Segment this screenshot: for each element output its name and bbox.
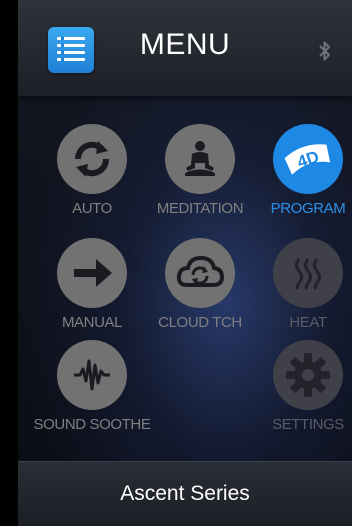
settings-icon-circle [273, 340, 343, 410]
tile-label-heat: HEAT [289, 314, 327, 331]
tile-sound-soothe[interactable]: SOUND SOOTHE [32, 340, 152, 433]
tile-cloud-tch[interactable]: CLOUD TCH [140, 238, 260, 331]
series-name: Ascent Series [120, 482, 250, 505]
tile-manual[interactable]: MANUAL [32, 238, 152, 331]
arrow-right-icon [74, 259, 112, 287]
tile-label-sound-soothe: SOUND SOOTHE [33, 416, 151, 433]
cloud-tch-icon-circle [165, 238, 235, 308]
tile-label-manual: MANUAL [61, 314, 123, 331]
tile-meditation[interactable]: MEDITATION [140, 124, 260, 217]
sound-soothe-icon-circle [57, 340, 127, 410]
manual-icon-circle [57, 238, 127, 308]
tile-program[interactable]: 4D PROGRAM [248, 124, 352, 217]
gear-icon [286, 353, 330, 397]
tile-label-cloud-tch: CLOUD TCH [158, 314, 242, 331]
tile-label-auto: AUTO [72, 200, 112, 217]
heat-icon-circle [273, 238, 343, 308]
auto-icon-circle [57, 124, 127, 194]
sound-wave-icon [74, 359, 110, 391]
tile-label-meditation: MEDITATION [156, 200, 244, 217]
tile-settings[interactable]: SETTINGS [248, 340, 352, 433]
tile-auto[interactable]: AUTO [32, 124, 152, 217]
footer-bar: Ascent Series [18, 461, 352, 526]
heat-waves-icon [295, 258, 321, 291]
tile-label-program: PROGRAM [270, 200, 346, 217]
tile-label-settings: SETTINGS [272, 416, 344, 433]
program-icon-circle: 4D [273, 124, 343, 194]
page-title: MENU [139, 28, 231, 61]
meditation-icon-circle [165, 124, 235, 194]
4d-badge-icon: 4D [284, 144, 331, 175]
header-bar: MENU [18, 0, 352, 96]
meditation-person-icon [185, 141, 215, 176]
sync-arrows-icon [74, 141, 110, 177]
bluetooth-icon [319, 41, 330, 61]
app-screen: MENU AUTO MEDITATION 4D PROGRAM MANUAL C… [18, 0, 352, 526]
cloud-sync-icon [176, 255, 225, 287]
tile-heat[interactable]: HEAT [248, 238, 352, 331]
